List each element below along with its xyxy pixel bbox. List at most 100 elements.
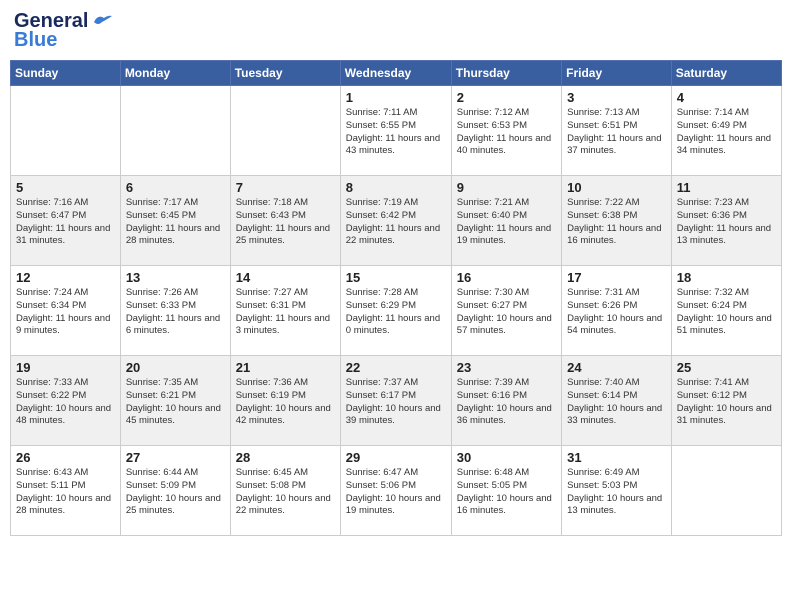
- calendar-week-row: 5 Sunrise: 7:16 AM Sunset: 6:47 PM Daylig…: [11, 176, 782, 266]
- calendar-cell: 14 Sunrise: 7:27 AM Sunset: 6:31 PM Dayli…: [230, 266, 340, 356]
- cell-content: Sunrise: 7:21 AM Sunset: 6:40 PM Dayligh…: [457, 197, 556, 248]
- cell-content: Sunrise: 7:12 AM Sunset: 6:53 PM Dayligh…: [457, 107, 556, 158]
- cell-content: Sunrise: 6:47 AM Sunset: 5:06 PM Dayligh…: [346, 467, 446, 518]
- day-number: 4: [677, 90, 776, 105]
- calendar-cell: 24 Sunrise: 7:40 AM Sunset: 6:14 PM Dayli…: [562, 356, 672, 446]
- day-number: 7: [236, 180, 335, 195]
- calendar-week-row: 26 Sunrise: 6:43 AM Sunset: 5:11 PM Dayli…: [11, 446, 782, 536]
- calendar-cell: 23Sunrise: 7:39 AM Sunset: 6:16 PM Dayli…: [451, 356, 561, 446]
- day-number: 28: [236, 450, 335, 465]
- logo-blue: Blue: [14, 29, 57, 52]
- calendar-cell: 17 Sunrise: 7:31 AM Sunset: 6:26 PM Dayli…: [562, 266, 672, 356]
- cell-content: Sunrise: 7:39 AM Sunset: 6:16 PM Dayligh…: [457, 377, 556, 428]
- day-number: 26: [16, 450, 115, 465]
- cell-content: Sunrise: 7:35 AM Sunset: 6:21 PM Dayligh…: [126, 377, 225, 428]
- calendar-week-row: 1 Sunrise: 7:11 AM Sunset: 6:55 PM Daylig…: [11, 86, 782, 176]
- cell-content: Sunrise: 7:27 AM Sunset: 6:31 PM Dayligh…: [236, 287, 335, 338]
- calendar-cell: 28 Sunrise: 6:45 AM Sunset: 5:08 PM Dayli…: [230, 446, 340, 536]
- calendar-cell: 26 Sunrise: 6:43 AM Sunset: 5:11 PM Dayli…: [11, 446, 121, 536]
- day-number: 19: [16, 360, 115, 375]
- day-number: 24: [567, 360, 666, 375]
- logo-bird-icon: [90, 14, 112, 30]
- cell-content: Sunrise: 7:28 AM Sunset: 6:29 PM Dayligh…: [346, 287, 446, 338]
- calendar-cell: [11, 86, 121, 176]
- calendar-cell: 18 Sunrise: 7:32 AM Sunset: 6:24 PM Dayli…: [671, 266, 781, 356]
- cell-content: Sunrise: 7:17 AM Sunset: 6:45 PM Dayligh…: [126, 197, 225, 248]
- cell-content: Sunrise: 7:22 AM Sunset: 6:38 PM Dayligh…: [567, 197, 666, 248]
- cell-content: Sunrise: 7:23 AM Sunset: 6:36 PM Dayligh…: [677, 197, 776, 248]
- cell-content: Sunrise: 7:40 AM Sunset: 6:14 PM Dayligh…: [567, 377, 666, 428]
- calendar-cell: 15 Sunrise: 7:28 AM Sunset: 6:29 PM Dayli…: [340, 266, 451, 356]
- calendar-cell: 21Sunrise: 7:36 AM Sunset: 6:19 PM Dayli…: [230, 356, 340, 446]
- day-number: 15: [346, 270, 446, 285]
- cell-content: Sunrise: 7:41 AM Sunset: 6:12 PM Dayligh…: [677, 377, 776, 428]
- cell-content: Sunrise: 7:30 AM Sunset: 6:27 PM Dayligh…: [457, 287, 556, 338]
- day-number: 27: [126, 450, 225, 465]
- day-number: 13: [126, 270, 225, 285]
- calendar-week-row: 12 Sunrise: 7:24 AM Sunset: 6:34 PM Dayli…: [11, 266, 782, 356]
- cell-content: Sunrise: 6:49 AM Sunset: 5:03 PM Dayligh…: [567, 467, 666, 518]
- calendar-cell: 16Sunrise: 7:30 AM Sunset: 6:27 PM Dayli…: [451, 266, 561, 356]
- calendar-cell: 30 Sunrise: 6:48 AM Sunset: 5:05 PM Dayli…: [451, 446, 561, 536]
- calendar-cell: 27Sunrise: 6:44 AM Sunset: 5:09 PM Dayli…: [120, 446, 230, 536]
- cell-content: Sunrise: 7:18 AM Sunset: 6:43 PM Dayligh…: [236, 197, 335, 248]
- calendar-cell: 2 Sunrise: 7:12 AM Sunset: 6:53 PM Daylig…: [451, 86, 561, 176]
- calendar-cell: [671, 446, 781, 536]
- day-number: 31: [567, 450, 666, 465]
- calendar-cell: [230, 86, 340, 176]
- calendar-cell: 13 Sunrise: 7:26 AM Sunset: 6:33 PM Dayli…: [120, 266, 230, 356]
- col-header-saturday: Saturday: [671, 61, 781, 86]
- cell-content: Sunrise: 7:33 AM Sunset: 6:22 PM Dayligh…: [16, 377, 115, 428]
- col-header-wednesday: Wednesday: [340, 61, 451, 86]
- cell-content: Sunrise: 7:16 AM Sunset: 6:47 PM Dayligh…: [16, 197, 115, 248]
- calendar-cell: 11 Sunrise: 7:23 AM Sunset: 6:36 PM Dayli…: [671, 176, 781, 266]
- day-number: 3: [567, 90, 666, 105]
- calendar-cell: 25Sunrise: 7:41 AM Sunset: 6:12 PM Dayli…: [671, 356, 781, 446]
- day-number: 12: [16, 270, 115, 285]
- calendar-table: SundayMondayTuesdayWednesdayThursdayFrid…: [10, 60, 782, 536]
- day-number: 14: [236, 270, 335, 285]
- cell-content: Sunrise: 7:14 AM Sunset: 6:49 PM Dayligh…: [677, 107, 776, 158]
- cell-content: Sunrise: 6:48 AM Sunset: 5:05 PM Dayligh…: [457, 467, 556, 518]
- calendar-cell: 29 Sunrise: 6:47 AM Sunset: 5:06 PM Dayli…: [340, 446, 451, 536]
- cell-content: Sunrise: 7:19 AM Sunset: 6:42 PM Dayligh…: [346, 197, 446, 248]
- calendar-cell: 22Sunrise: 7:37 AM Sunset: 6:17 PM Dayli…: [340, 356, 451, 446]
- calendar-cell: 9 Sunrise: 7:21 AM Sunset: 6:40 PM Daylig…: [451, 176, 561, 266]
- day-number: 29: [346, 450, 446, 465]
- cell-content: Sunrise: 7:13 AM Sunset: 6:51 PM Dayligh…: [567, 107, 666, 158]
- cell-content: Sunrise: 7:11 AM Sunset: 6:55 PM Dayligh…: [346, 107, 446, 158]
- calendar-cell: 3 Sunrise: 7:13 AM Sunset: 6:51 PM Daylig…: [562, 86, 672, 176]
- col-header-friday: Friday: [562, 61, 672, 86]
- calendar-cell: 31 Sunrise: 6:49 AM Sunset: 5:03 PM Dayli…: [562, 446, 672, 536]
- calendar-cell: 6Sunrise: 7:17 AM Sunset: 6:45 PM Daylig…: [120, 176, 230, 266]
- calendar-header-row: SundayMondayTuesdayWednesdayThursdayFrid…: [11, 61, 782, 86]
- col-header-tuesday: Tuesday: [230, 61, 340, 86]
- day-number: 2: [457, 90, 556, 105]
- cell-content: Sunrise: 7:32 AM Sunset: 6:24 PM Dayligh…: [677, 287, 776, 338]
- logo: General Blue: [14, 10, 112, 52]
- day-number: 20: [126, 360, 225, 375]
- day-number: 11: [677, 180, 776, 195]
- calendar-cell: [120, 86, 230, 176]
- cell-content: Sunrise: 7:26 AM Sunset: 6:33 PM Dayligh…: [126, 287, 225, 338]
- calendar-cell: 19 Sunrise: 7:33 AM Sunset: 6:22 PM Dayli…: [11, 356, 121, 446]
- day-number: 22: [346, 360, 446, 375]
- calendar-cell: 1 Sunrise: 7:11 AM Sunset: 6:55 PM Daylig…: [340, 86, 451, 176]
- day-number: 1: [346, 90, 446, 105]
- calendar-cell: 5 Sunrise: 7:16 AM Sunset: 6:47 PM Daylig…: [11, 176, 121, 266]
- day-number: 5: [16, 180, 115, 195]
- calendar-cell: 7 Sunrise: 7:18 AM Sunset: 6:43 PM Daylig…: [230, 176, 340, 266]
- day-number: 30: [457, 450, 556, 465]
- calendar-cell: 10 Sunrise: 7:22 AM Sunset: 6:38 PM Dayli…: [562, 176, 672, 266]
- calendar-cell: 4 Sunrise: 7:14 AM Sunset: 6:49 PM Daylig…: [671, 86, 781, 176]
- day-number: 17: [567, 270, 666, 285]
- calendar-week-row: 19 Sunrise: 7:33 AM Sunset: 6:22 PM Dayli…: [11, 356, 782, 446]
- day-number: 10: [567, 180, 666, 195]
- cell-content: Sunrise: 6:43 AM Sunset: 5:11 PM Dayligh…: [16, 467, 115, 518]
- day-number: 9: [457, 180, 556, 195]
- day-number: 18: [677, 270, 776, 285]
- cell-content: Sunrise: 7:31 AM Sunset: 6:26 PM Dayligh…: [567, 287, 666, 338]
- cell-content: Sunrise: 6:45 AM Sunset: 5:08 PM Dayligh…: [236, 467, 335, 518]
- calendar-cell: 20 Sunrise: 7:35 AM Sunset: 6:21 PM Dayli…: [120, 356, 230, 446]
- cell-content: Sunrise: 7:24 AM Sunset: 6:34 PM Dayligh…: [16, 287, 115, 338]
